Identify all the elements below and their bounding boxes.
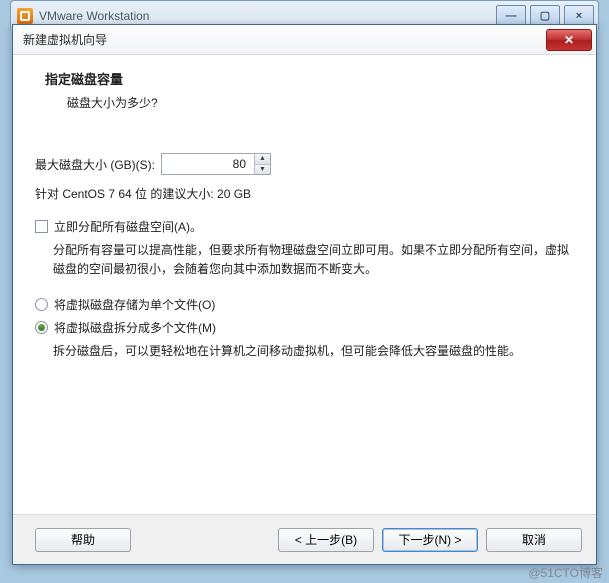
dialog-close-button[interactable]: ✕ bbox=[546, 29, 592, 51]
allocate-now-label: 立即分配所有磁盘空间(A)。 bbox=[54, 218, 202, 235]
radio-split-files[interactable] bbox=[35, 321, 48, 334]
back-button[interactable]: < 上一步(B) bbox=[278, 528, 374, 552]
page-heading: 指定磁盘容量 bbox=[45, 69, 564, 88]
dialog-title: 新建虚拟机向导 bbox=[23, 31, 546, 48]
allocate-now-desc: 分配所有容量可以提高性能，但要求所有物理磁盘空间立即可用。如果不立即分配所有空间… bbox=[35, 241, 574, 278]
split-desc: 拆分磁盘后，可以更轻松地在计算机之间移动虚拟机，但可能会降低大容量磁盘的性能。 bbox=[35, 342, 574, 361]
allocate-now-checkbox[interactable] bbox=[35, 220, 48, 233]
next-button[interactable]: 下一步(N) > bbox=[382, 528, 478, 552]
help-button[interactable]: 帮助 bbox=[35, 528, 131, 552]
disk-size-label: 最大磁盘大小 (GB)(S): bbox=[35, 156, 155, 173]
watermark: @51CTO博客 bbox=[528, 564, 603, 581]
spin-down-button[interactable]: ▼ bbox=[255, 164, 270, 175]
spin-up-button[interactable]: ▲ bbox=[255, 154, 270, 164]
dialog-titlebar: 新建虚拟机向导 ✕ bbox=[13, 25, 596, 55]
close-icon: ✕ bbox=[564, 33, 574, 47]
dialog-button-bar: 帮助 < 上一步(B) 下一步(N) > 取消 bbox=[13, 514, 596, 564]
wizard-dialog: 新建虚拟机向导 ✕ 指定磁盘容量 磁盘大小为多少? 最大磁盘大小 (GB)(S)… bbox=[12, 24, 597, 565]
disk-size-value: 80 bbox=[162, 154, 254, 174]
recommended-note: 针对 CentOS 7 64 位 的建议大小: 20 GB bbox=[35, 185, 574, 202]
radio-split-label: 将虚拟磁盘拆分成多个文件(M) bbox=[54, 319, 216, 336]
page-subheading: 磁盘大小为多少? bbox=[45, 94, 564, 111]
app-title: VMware Workstation bbox=[39, 9, 496, 23]
vmware-icon bbox=[17, 8, 33, 24]
disk-size-input[interactable]: 80 ▲ ▼ bbox=[161, 153, 271, 175]
cancel-button[interactable]: 取消 bbox=[486, 528, 582, 552]
radio-single-file[interactable] bbox=[35, 298, 48, 311]
dialog-body: 指定磁盘容量 磁盘大小为多少? 最大磁盘大小 (GB)(S): 80 ▲ ▼ 针… bbox=[13, 55, 596, 514]
radio-single-label: 将虚拟磁盘存储为单个文件(O) bbox=[54, 296, 215, 313]
